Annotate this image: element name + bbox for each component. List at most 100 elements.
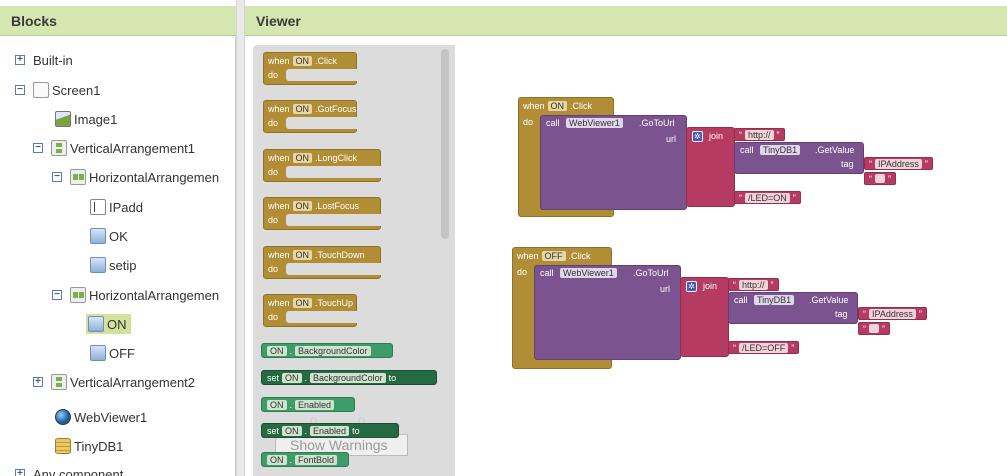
empty-text-value[interactable] [869, 324, 879, 333]
text-value[interactable]: /LED=OFF [739, 342, 789, 353]
event-block-touchup[interactable]: when ON .TouchUp do [263, 294, 357, 327]
text-http[interactable]: “http://” [728, 278, 779, 291]
tree-item-on[interactable]: ON [86, 314, 131, 334]
url-label: url [666, 134, 677, 144]
tree-item-screen1[interactable]: − Screen1 [15, 80, 100, 100]
empty-text-value[interactable] [875, 174, 885, 183]
expand-icon[interactable]: + [15, 469, 25, 476]
text-ipaddress[interactable]: “IPAddress” [858, 307, 927, 320]
mutator-gear-icon[interactable]: ✲ [692, 131, 703, 142]
component-dropdown[interactable]: ON [292, 152, 313, 163]
collapse-icon[interactable]: − [15, 85, 25, 95]
join-block[interactable]: ✲ join [680, 277, 729, 357]
property-dropdown[interactable]: FontBold [295, 454, 338, 465]
event-name: .GotFocus [315, 103, 357, 114]
mutator-gear-icon[interactable]: ✲ [686, 281, 697, 292]
webviewer-icon [55, 409, 71, 425]
tree-item-label: OFF [109, 345, 135, 361]
component-dropdown[interactable]: OFF [541, 250, 566, 261]
text-led-suffix[interactable]: “/LED=OFF” [728, 341, 800, 354]
text-value[interactable]: /LED=ON [745, 192, 790, 203]
tree-item-horizontalarrangemen[interactable]: − HorizontalArrangemen [52, 167, 219, 187]
tree-item-setip[interactable]: setip [90, 255, 136, 275]
panel-splitter[interactable] [236, 0, 245, 476]
component-dropdown[interactable]: ON [292, 55, 313, 66]
tree-item-image1[interactable]: Image1 [55, 109, 117, 129]
text-empty[interactable]: “” [864, 172, 896, 185]
tree-item-off[interactable]: OFF [90, 343, 135, 363]
property-dropdown[interactable]: BackgroundColor [310, 372, 386, 383]
webviewer-dropdown[interactable]: WebViewer1 [560, 268, 617, 278]
tree-item-verticalarrangement1[interactable]: − VerticalArrangement1 [33, 138, 195, 158]
call-webviewer-gotourl[interactable]: call WebViewer1 .GoToUrl url [534, 265, 681, 360]
collapse-icon[interactable]: − [33, 143, 43, 153]
component-dropdown[interactable]: ON [282, 372, 302, 383]
value-if-tag-not-there-label: valueIfTagNotThere [773, 174, 852, 184]
getter-block-fontbold[interactable]: ON. FontBold [261, 452, 349, 467]
component-dropdown[interactable]: ON [292, 249, 313, 260]
set-label: set [267, 425, 280, 436]
text-value[interactable]: http:// [739, 279, 768, 290]
setter-block-backgroundcolor[interactable]: set ON. BackgroundColor to [261, 370, 437, 385]
getter-block-backgroundcolor[interactable]: ON. BackgroundColor [261, 343, 393, 358]
event-block-gotfocus[interactable]: when ON .GotFocus do [263, 100, 357, 133]
tree-item-ipadd[interactable]: IPadd [90, 197, 143, 217]
call-webviewer-gotourl[interactable]: call WebViewer1 .GoToUrl url [540, 115, 687, 210]
when-label: when [523, 100, 545, 111]
expand-icon[interactable]: + [15, 55, 25, 65]
component-dropdown[interactable]: ON [267, 345, 287, 356]
tree-item-webviewer1[interactable]: WebViewer1 [55, 407, 147, 427]
tree-item-horizontalarrangemen[interactable]: − HorizontalArrangemen [52, 285, 219, 305]
join-block[interactable]: ✲ join [686, 127, 735, 207]
tree-item-label: ON [107, 316, 127, 332]
expand-icon[interactable]: + [33, 377, 43, 387]
do-slot [286, 214, 381, 226]
tree-item-tinydb1[interactable]: TinyDB1 [55, 436, 123, 456]
call-tinydb-getvalue[interactable]: call TinyDB1 .GetValue tag valueIfTagNotTher… [728, 292, 858, 334]
getter-block-enabled[interactable]: ON. Enabled [261, 397, 355, 412]
webviewer-dropdown[interactable]: WebViewer1 [566, 118, 623, 128]
component-dropdown[interactable]: ON [292, 200, 313, 211]
property-dropdown[interactable]: Enabled [310, 425, 350, 436]
component-dropdown[interactable]: ON [267, 399, 287, 410]
component-dropdown[interactable]: ON [292, 103, 313, 114]
text-empty[interactable]: “” [858, 322, 890, 335]
call-tinydb-getvalue[interactable]: call TinyDB1 .GetValue tag valueIfTagNotTher… [734, 142, 864, 184]
text-led-suffix[interactable]: “/LED=ON” [734, 191, 801, 204]
button-icon [90, 257, 106, 273]
text-value[interactable]: IPAddress [869, 308, 916, 319]
dot-label: . [289, 399, 293, 410]
tinydb-dropdown[interactable]: TinyDB1 [760, 145, 801, 155]
event-block-longclick[interactable]: when ON .LongClick do [263, 149, 381, 182]
collapse-icon[interactable]: − [52, 172, 62, 182]
blocks-tree: + Built-in − Screen1 Image1 − VerticalArrangem… [0, 37, 236, 476]
tag-label: tag [835, 309, 848, 319]
text-http[interactable]: “http://” [734, 128, 785, 141]
horizontal-arrangement-icon [70, 287, 86, 303]
do-label: do [517, 267, 528, 277]
event-block-lostfocus[interactable]: when ON .LostFocus do [263, 197, 381, 230]
text-value[interactable]: http:// [745, 129, 774, 140]
property-dropdown[interactable]: Enabled [295, 399, 335, 410]
component-dropdown[interactable]: ON [267, 454, 287, 465]
when-label: when [268, 200, 290, 211]
tree-item-verticalarrangement2[interactable]: + VerticalArrangement2 [33, 372, 195, 392]
tinydb-dropdown[interactable]: TinyDB1 [754, 295, 795, 305]
tree-item-ok[interactable]: OK [90, 226, 128, 246]
text-ipaddress[interactable]: “IPAddress” [864, 157, 933, 170]
property-dropdown[interactable]: BackgroundColor [295, 345, 371, 356]
component-dropdown[interactable]: ON [547, 100, 568, 111]
dot-label: . [304, 425, 308, 436]
collapse-icon[interactable]: − [52, 290, 62, 300]
drawer-scrollbar[interactable] [441, 49, 449, 239]
setter-block-enabled[interactable]: set ON. Enabled to [261, 423, 399, 438]
component-dropdown[interactable]: ON [292, 297, 313, 308]
component-dropdown[interactable]: ON [282, 425, 302, 436]
text-value[interactable]: IPAddress [875, 158, 922, 169]
tree-item-any-component[interactable]: + Any component [15, 464, 123, 476]
event-block-click[interactable]: when ON .Click do [263, 52, 357, 85]
tree-item-built-in[interactable]: + Built-in [15, 50, 73, 70]
tinydb-icon [55, 438, 71, 454]
event-block-touchdown[interactable]: when ON .TouchDown do [263, 246, 381, 279]
vertical-arrangement-icon [51, 374, 67, 390]
